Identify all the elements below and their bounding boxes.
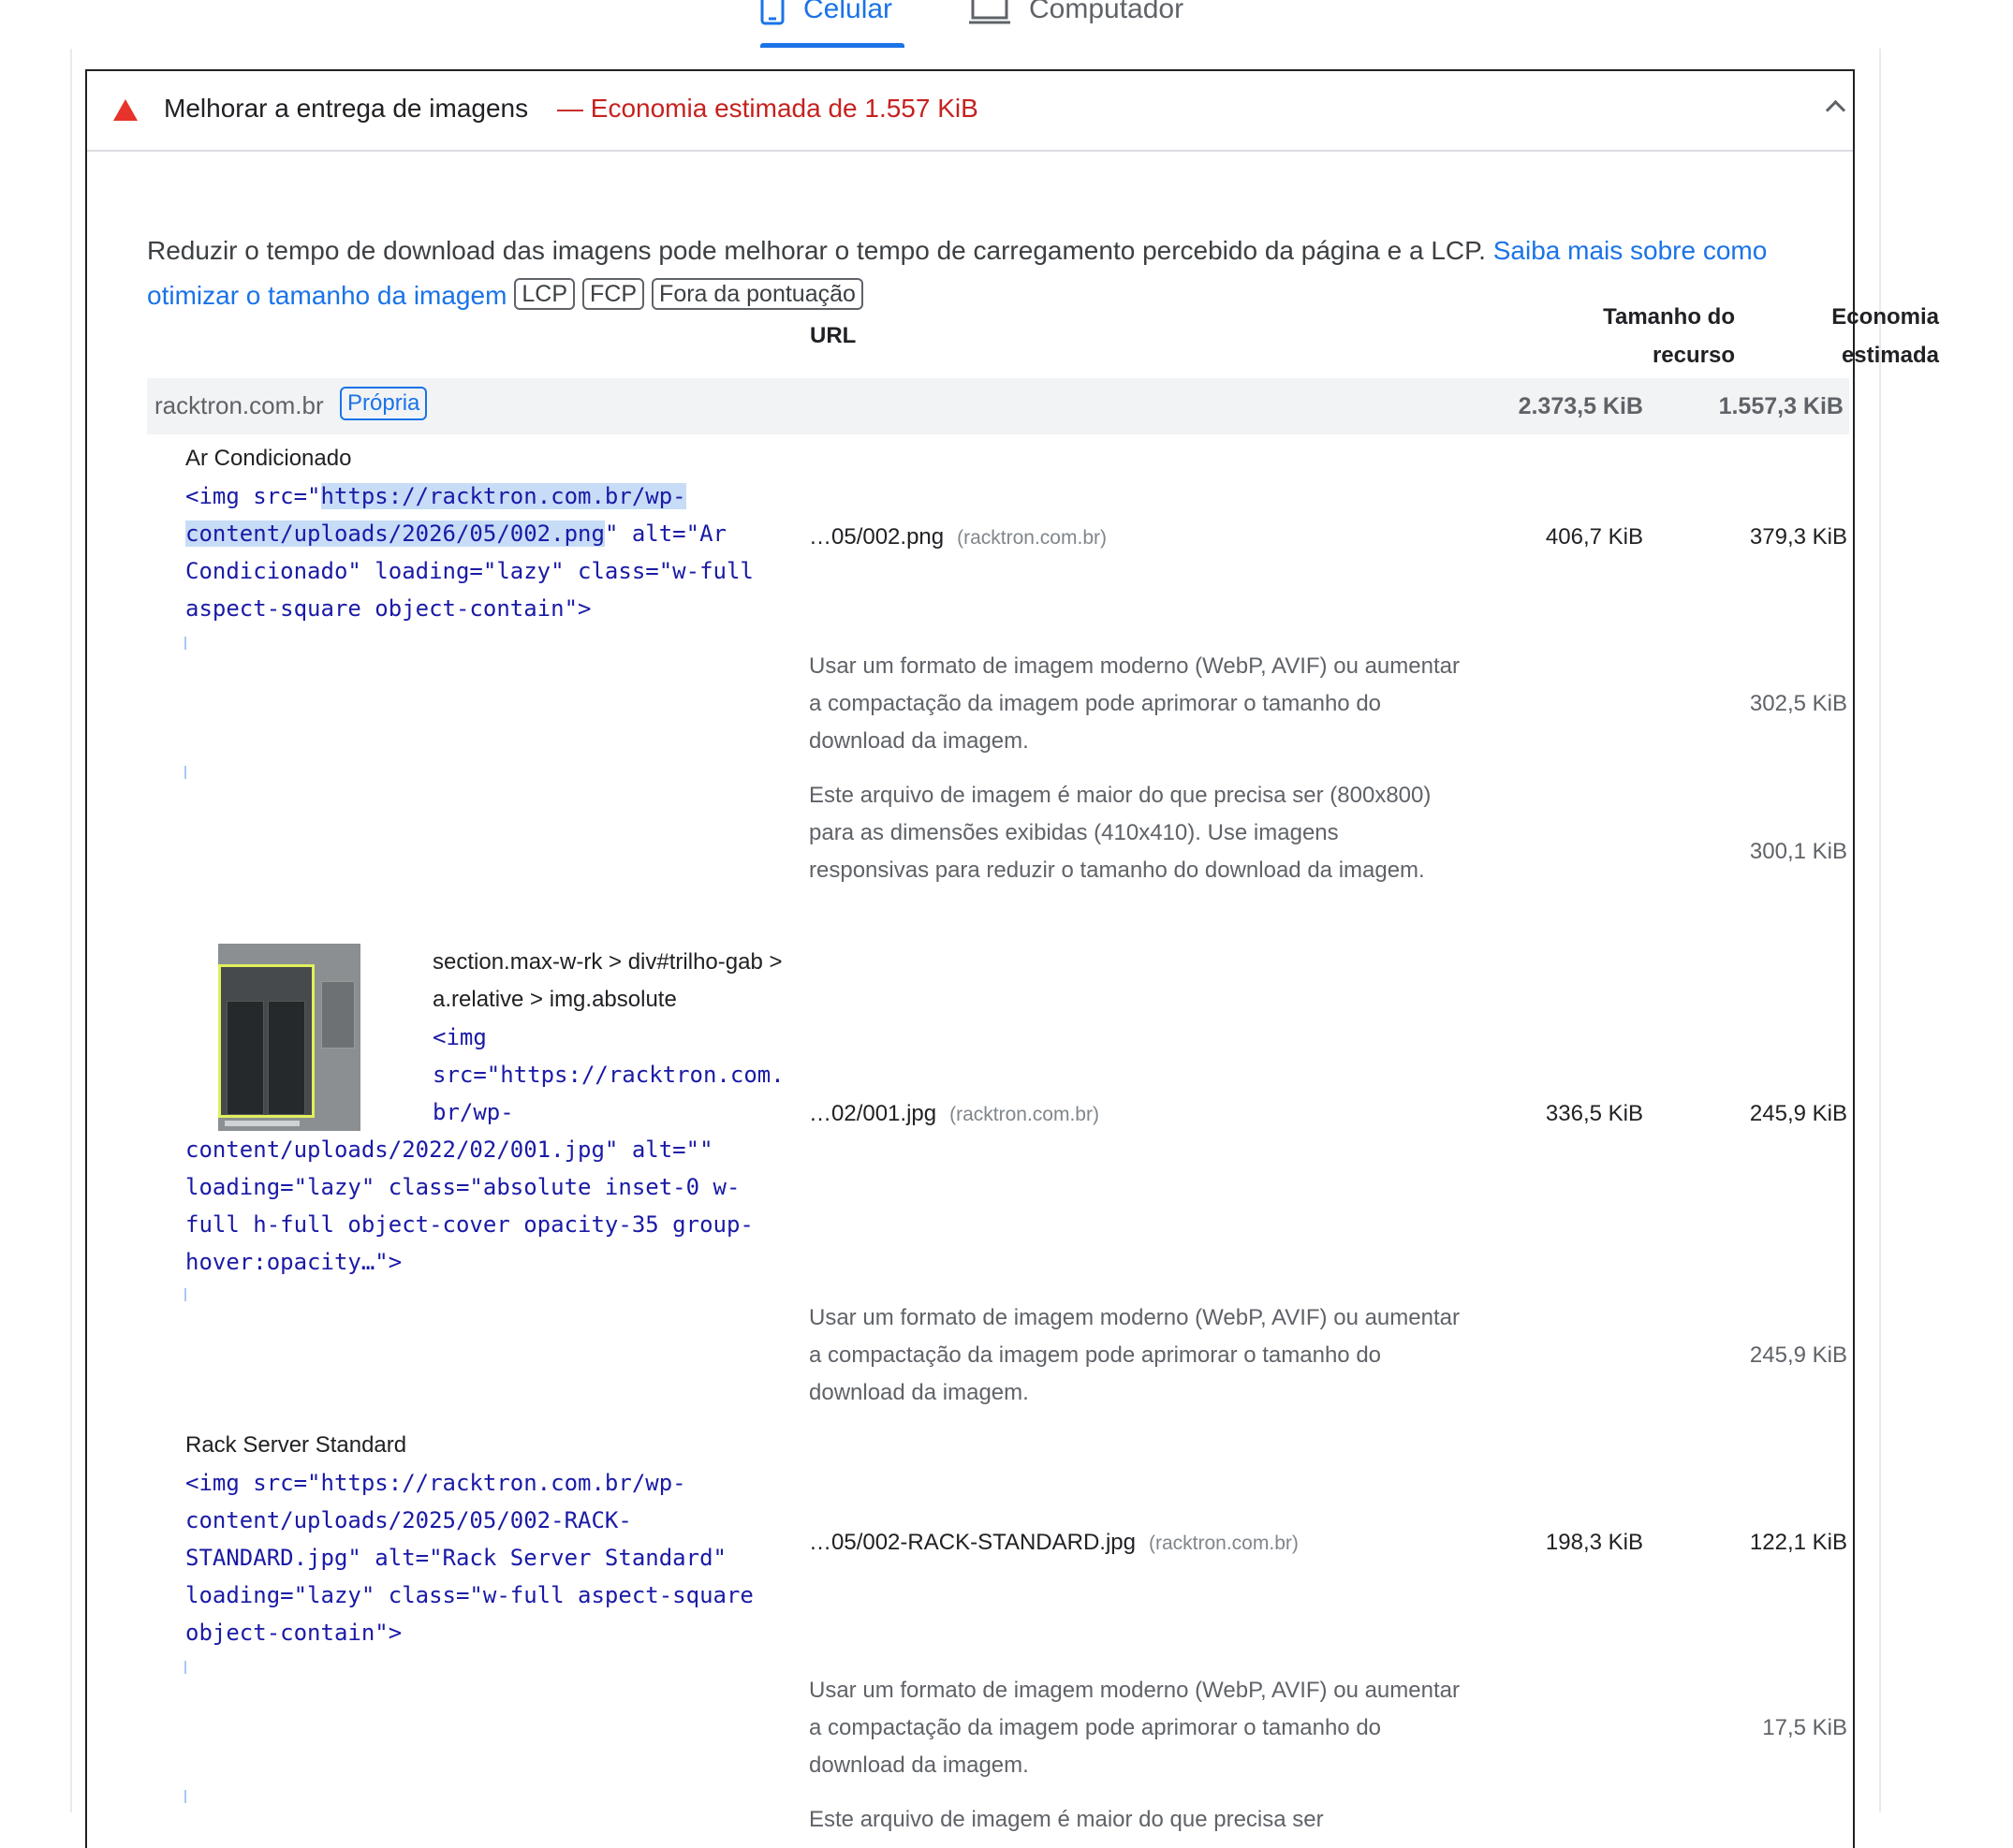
indent-marker	[184, 1790, 186, 1803]
snippet-text: <img src="	[185, 483, 321, 509]
indent-marker	[184, 637, 186, 650]
url-text: …05/002.png	[809, 524, 945, 550]
entity-name: racktron.com.br	[154, 391, 324, 419]
row2-subitem1-text: Usar um formato de imagem moderno (WebP,…	[809, 1305, 1460, 1405]
indent-marker	[184, 1661, 186, 1674]
row2-snippet-line6[interactable]: full h-full object-cover opacity-35 grou…	[185, 1206, 754, 1243]
row3-subitem2-text: Este arquivo de imagem é maior do que pr…	[809, 1807, 1324, 1832]
laptop-icon	[969, 0, 1010, 25]
url-host: (racktron.com.br)	[957, 527, 1107, 549]
row2-selector: section.max-w-rk > div#trilho-gab > a.re…	[433, 949, 783, 1012]
row1-subitem1-savings: 302,5 KiB	[1749, 691, 1847, 716]
audit-savings: — Economia estimada de 1.557 KiB	[557, 94, 978, 123]
row1-snippet-line1[interactable]: <img src="https://racktron.com.br/wp-	[185, 477, 686, 515]
row1-snippet-line4[interactable]: aspect-square object-contain">	[185, 590, 591, 627]
snippet-text: " alt="Ar	[604, 521, 727, 547]
row2-snippet-line4[interactable]: content/uploads/2022/02/001.jpg" alt=""	[185, 1131, 713, 1168]
snippet-selected-text: content/uploads/2026/05/002.png	[185, 521, 605, 547]
highlight-box	[218, 964, 315, 1126]
first-party-badge: Própria	[340, 387, 428, 420]
row3-snippet-line3[interactable]: STANDARD.jpg" alt="Rack Server Standard"	[185, 1539, 727, 1577]
entity-savings: 1.557,3 KiB	[1718, 393, 1844, 419]
col-header-url: URL	[810, 323, 857, 348]
row1-subitem2-savings: 300,1 KiB	[1749, 839, 1847, 864]
row2-snippet-line5[interactable]: loading="lazy" class="absolute inset-0 w…	[185, 1168, 740, 1206]
rack-graphic	[227, 1001, 264, 1115]
row3-snippet-line4[interactable]: loading="lazy" class="w-full aspect-squa…	[185, 1577, 754, 1614]
snippet-selected-text: https://racktron.com.br/wp-	[320, 483, 686, 509]
tag-lcp: LCP	[514, 278, 576, 310]
warning-triangle-icon	[113, 99, 138, 121]
row3-label: Rack Server Standard	[185, 1432, 407, 1458]
side-graphic	[321, 981, 355, 1049]
row1-size: 406,7 KiB	[1545, 524, 1643, 550]
tag-unscored: Fora da pontuação	[652, 278, 863, 310]
indent-marker	[184, 766, 186, 779]
row2-url[interactable]: …02/001.jpg (racktron.com.br)	[809, 1101, 1099, 1127]
url-host: (racktron.com.br)	[949, 1104, 1099, 1125]
row3-subitem1-savings: 17,5 KiB	[1762, 1715, 1847, 1740]
tab-mobile-label: Celular	[803, 0, 893, 24]
row2-savings: 245,9 KiB	[1749, 1101, 1847, 1126]
url-host: (racktron.com.br)	[1149, 1533, 1299, 1554]
row3-url[interactable]: …05/002-RACK-STANDARD.jpg (racktron.com.b…	[809, 1530, 1299, 1556]
url-text: …02/001.jpg	[809, 1101, 937, 1126]
row1-savings: 379,3 KiB	[1749, 524, 1847, 550]
row1-snippet-line2[interactable]: content/uploads/2026/05/002.png" alt="Ar	[185, 515, 727, 552]
row3-savings: 122,1 KiB	[1749, 1530, 1847, 1555]
phone-icon	[760, 0, 785, 25]
row1-snippet-line3[interactable]: Condicionado" loading="lazy" class="w-fu…	[185, 552, 754, 590]
row1-label: Ar Condicionado	[185, 446, 352, 471]
description-text: Reduzir o tempo de download das imagens …	[147, 236, 1493, 265]
caption-graphic	[225, 1121, 300, 1126]
row3-snippet-line1[interactable]: <img src="https://racktron.com.br/wp-	[185, 1464, 686, 1502]
row1-subitem2-text: Este arquivo de imagem é maior do que pr…	[809, 783, 1432, 883]
tab-desktop-label: Computador	[1029, 0, 1184, 24]
entity-size: 2.373,5 KiB	[1518, 393, 1643, 419]
tag-fcp: FCP	[582, 278, 645, 310]
row2-snippet-line7[interactable]: hover:opacity…">	[185, 1243, 402, 1281]
chevron-up-icon[interactable]	[1825, 99, 1846, 121]
row3-snippet-line5[interactable]: object-contain">	[185, 1614, 402, 1651]
row2-snippet-line1[interactable]: <img	[433, 1019, 487, 1056]
row2-size: 336,5 KiB	[1545, 1101, 1643, 1126]
row1-subitem1-text: Usar um formato de imagem moderno (WebP,…	[809, 653, 1460, 754]
container-border-left	[70, 49, 72, 1812]
audit-title: Melhorar a entrega de imagens	[164, 94, 529, 123]
row2-subitem1-savings: 245,9 KiB	[1749, 1342, 1847, 1368]
col-header-savings: Economia estimada	[1566, 298, 1939, 374]
device-tabs: Celular Computador	[0, 0, 2013, 56]
row3-subitem1-text: Usar um formato de imagem moderno (WebP,…	[809, 1678, 1460, 1778]
entity-group-row: racktron.com.br Própria 2.373,5 KiB 1.55…	[147, 378, 1849, 434]
row3-size: 198,3 KiB	[1545, 1530, 1643, 1555]
row2-snippet-line3[interactable]: br/wp-	[433, 1093, 514, 1131]
indent-marker	[184, 1288, 186, 1301]
col-header-savings-line1: Economia	[1831, 304, 1939, 330]
audit-header[interactable]: Melhorar a entrega de imagens — Economia…	[87, 71, 1853, 152]
row3-snippet-line2[interactable]: content/uploads/2025/05/002-RACK-	[185, 1502, 632, 1539]
tab-mobile[interactable]: Celular	[760, 0, 892, 37]
tab-desktop[interactable]: Computador	[969, 0, 1183, 37]
rack-graphic	[268, 1001, 305, 1115]
element-screenshot-thumbnail[interactable]	[218, 944, 360, 1131]
row1-url[interactable]: …05/002.png (racktron.com.br)	[809, 524, 1107, 550]
active-tab-indicator	[760, 43, 904, 48]
col-header-savings-line2: estimada	[1841, 343, 1939, 368]
row2-snippet-line2[interactable]: src="https://racktron.com.	[433, 1056, 785, 1093]
url-text: …05/002-RACK-STANDARD.jpg	[809, 1530, 1136, 1555]
